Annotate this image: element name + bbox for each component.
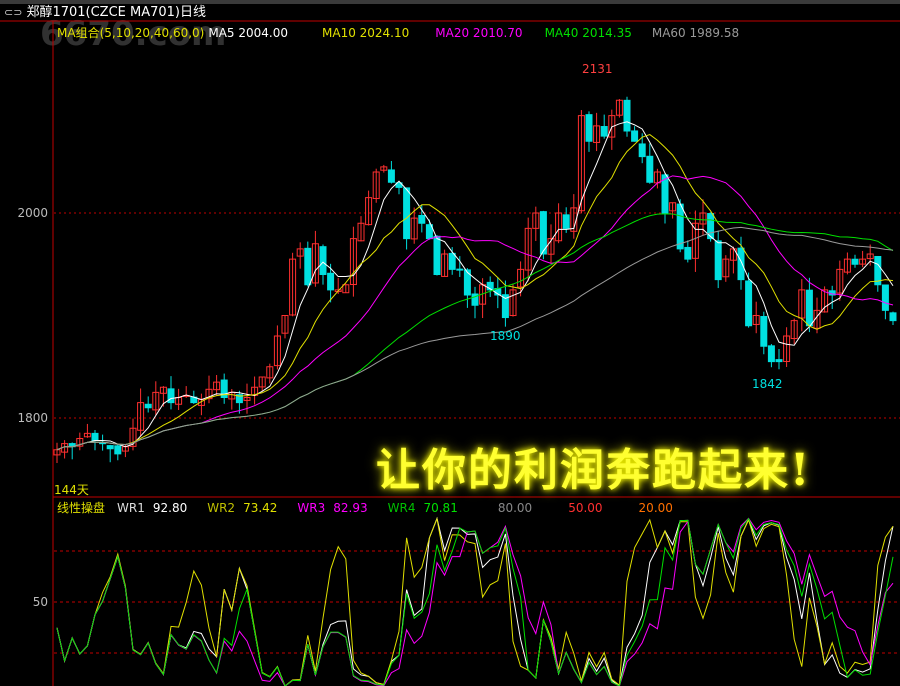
candle-down [775, 359, 783, 363]
level-20: 20.00 [638, 501, 673, 515]
wr2-label: WR2 [207, 501, 236, 515]
candle-down [737, 247, 745, 281]
low-annotation-1890: 1890 [490, 329, 521, 343]
high-annotation: 2131 [582, 62, 613, 76]
ma20-value: MA20 2010.70 [435, 26, 523, 40]
candle-down [144, 403, 152, 409]
level-80: 80.00 [497, 501, 533, 515]
candle-down [646, 155, 654, 183]
wr1-label: WR1 [117, 501, 145, 515]
candle-down [760, 316, 768, 347]
candle-down [638, 143, 646, 158]
candle-down [167, 388, 175, 404]
wr-indicator-name[interactable]: 线性操盘 [57, 501, 105, 515]
candle-down [304, 247, 312, 286]
ma10-value: MA10 2024.10 [322, 26, 410, 40]
candle-down [805, 289, 813, 327]
level-50: 50.00 [568, 501, 603, 515]
wr3-label: WR3 [297, 501, 326, 515]
wr-y-tick-50: 50 [32, 595, 48, 609]
chart-canvas[interactable] [0, 0, 900, 686]
candle-down [714, 240, 722, 281]
candle-down [319, 246, 327, 276]
candle-down [418, 214, 426, 224]
candle-down [881, 284, 889, 311]
candle-down [448, 252, 456, 270]
ma60-value: MA60 1989.58 [651, 26, 740, 40]
candle-down [767, 345, 775, 363]
candle-down [585, 114, 593, 142]
wr4-label: WR4 [387, 501, 416, 515]
candle-down [745, 280, 753, 327]
candle-down [327, 272, 335, 291]
wr4-value: 70.81 [423, 501, 458, 515]
wr3-value: 82.93 [333, 501, 368, 515]
candle-down [456, 268, 464, 271]
candle-down [600, 126, 608, 137]
candle-down [676, 203, 684, 250]
candle-down [106, 445, 114, 450]
candle-down [114, 445, 122, 455]
candle-down [403, 187, 411, 240]
y-tick-2000: 2000 [17, 206, 48, 220]
candle-down [387, 169, 395, 183]
ma5-value: MA5 2004.00 [208, 26, 288, 40]
wr1-value: 92.80 [152, 501, 188, 515]
wr2-value: 73.42 [243, 501, 278, 515]
candle-down [623, 99, 631, 132]
low-annotation-1842: 1842 [752, 377, 783, 391]
candle-down [631, 130, 639, 142]
slogan-banner: 让你的利润奔跑起来! [376, 445, 812, 496]
candle-down [562, 214, 570, 229]
ma-group-label[interactable]: MA组合(5,10,20,40,60,0) [57, 26, 204, 40]
ma60-line [56, 226, 894, 451]
candle-down [851, 258, 859, 265]
candle-down [889, 312, 897, 322]
ma-legend: MA组合(5,10,20,40,60,0) MA5 2004.00 MA10 202… [57, 24, 753, 41]
candle-down [433, 235, 441, 275]
y-tick-1800: 1800 [17, 411, 48, 425]
ma5-line [56, 121, 894, 451]
candle-down [91, 432, 99, 442]
candle-down [684, 246, 692, 260]
wr-legend: 线性操盘 WR1 92.80 WR2 73.42 WR3 82.93 WR4 70.81 80.0… [57, 499, 681, 516]
days-annotation: 144天 [54, 483, 89, 497]
ma40-value: MA40 2014.35 [544, 26, 632, 40]
